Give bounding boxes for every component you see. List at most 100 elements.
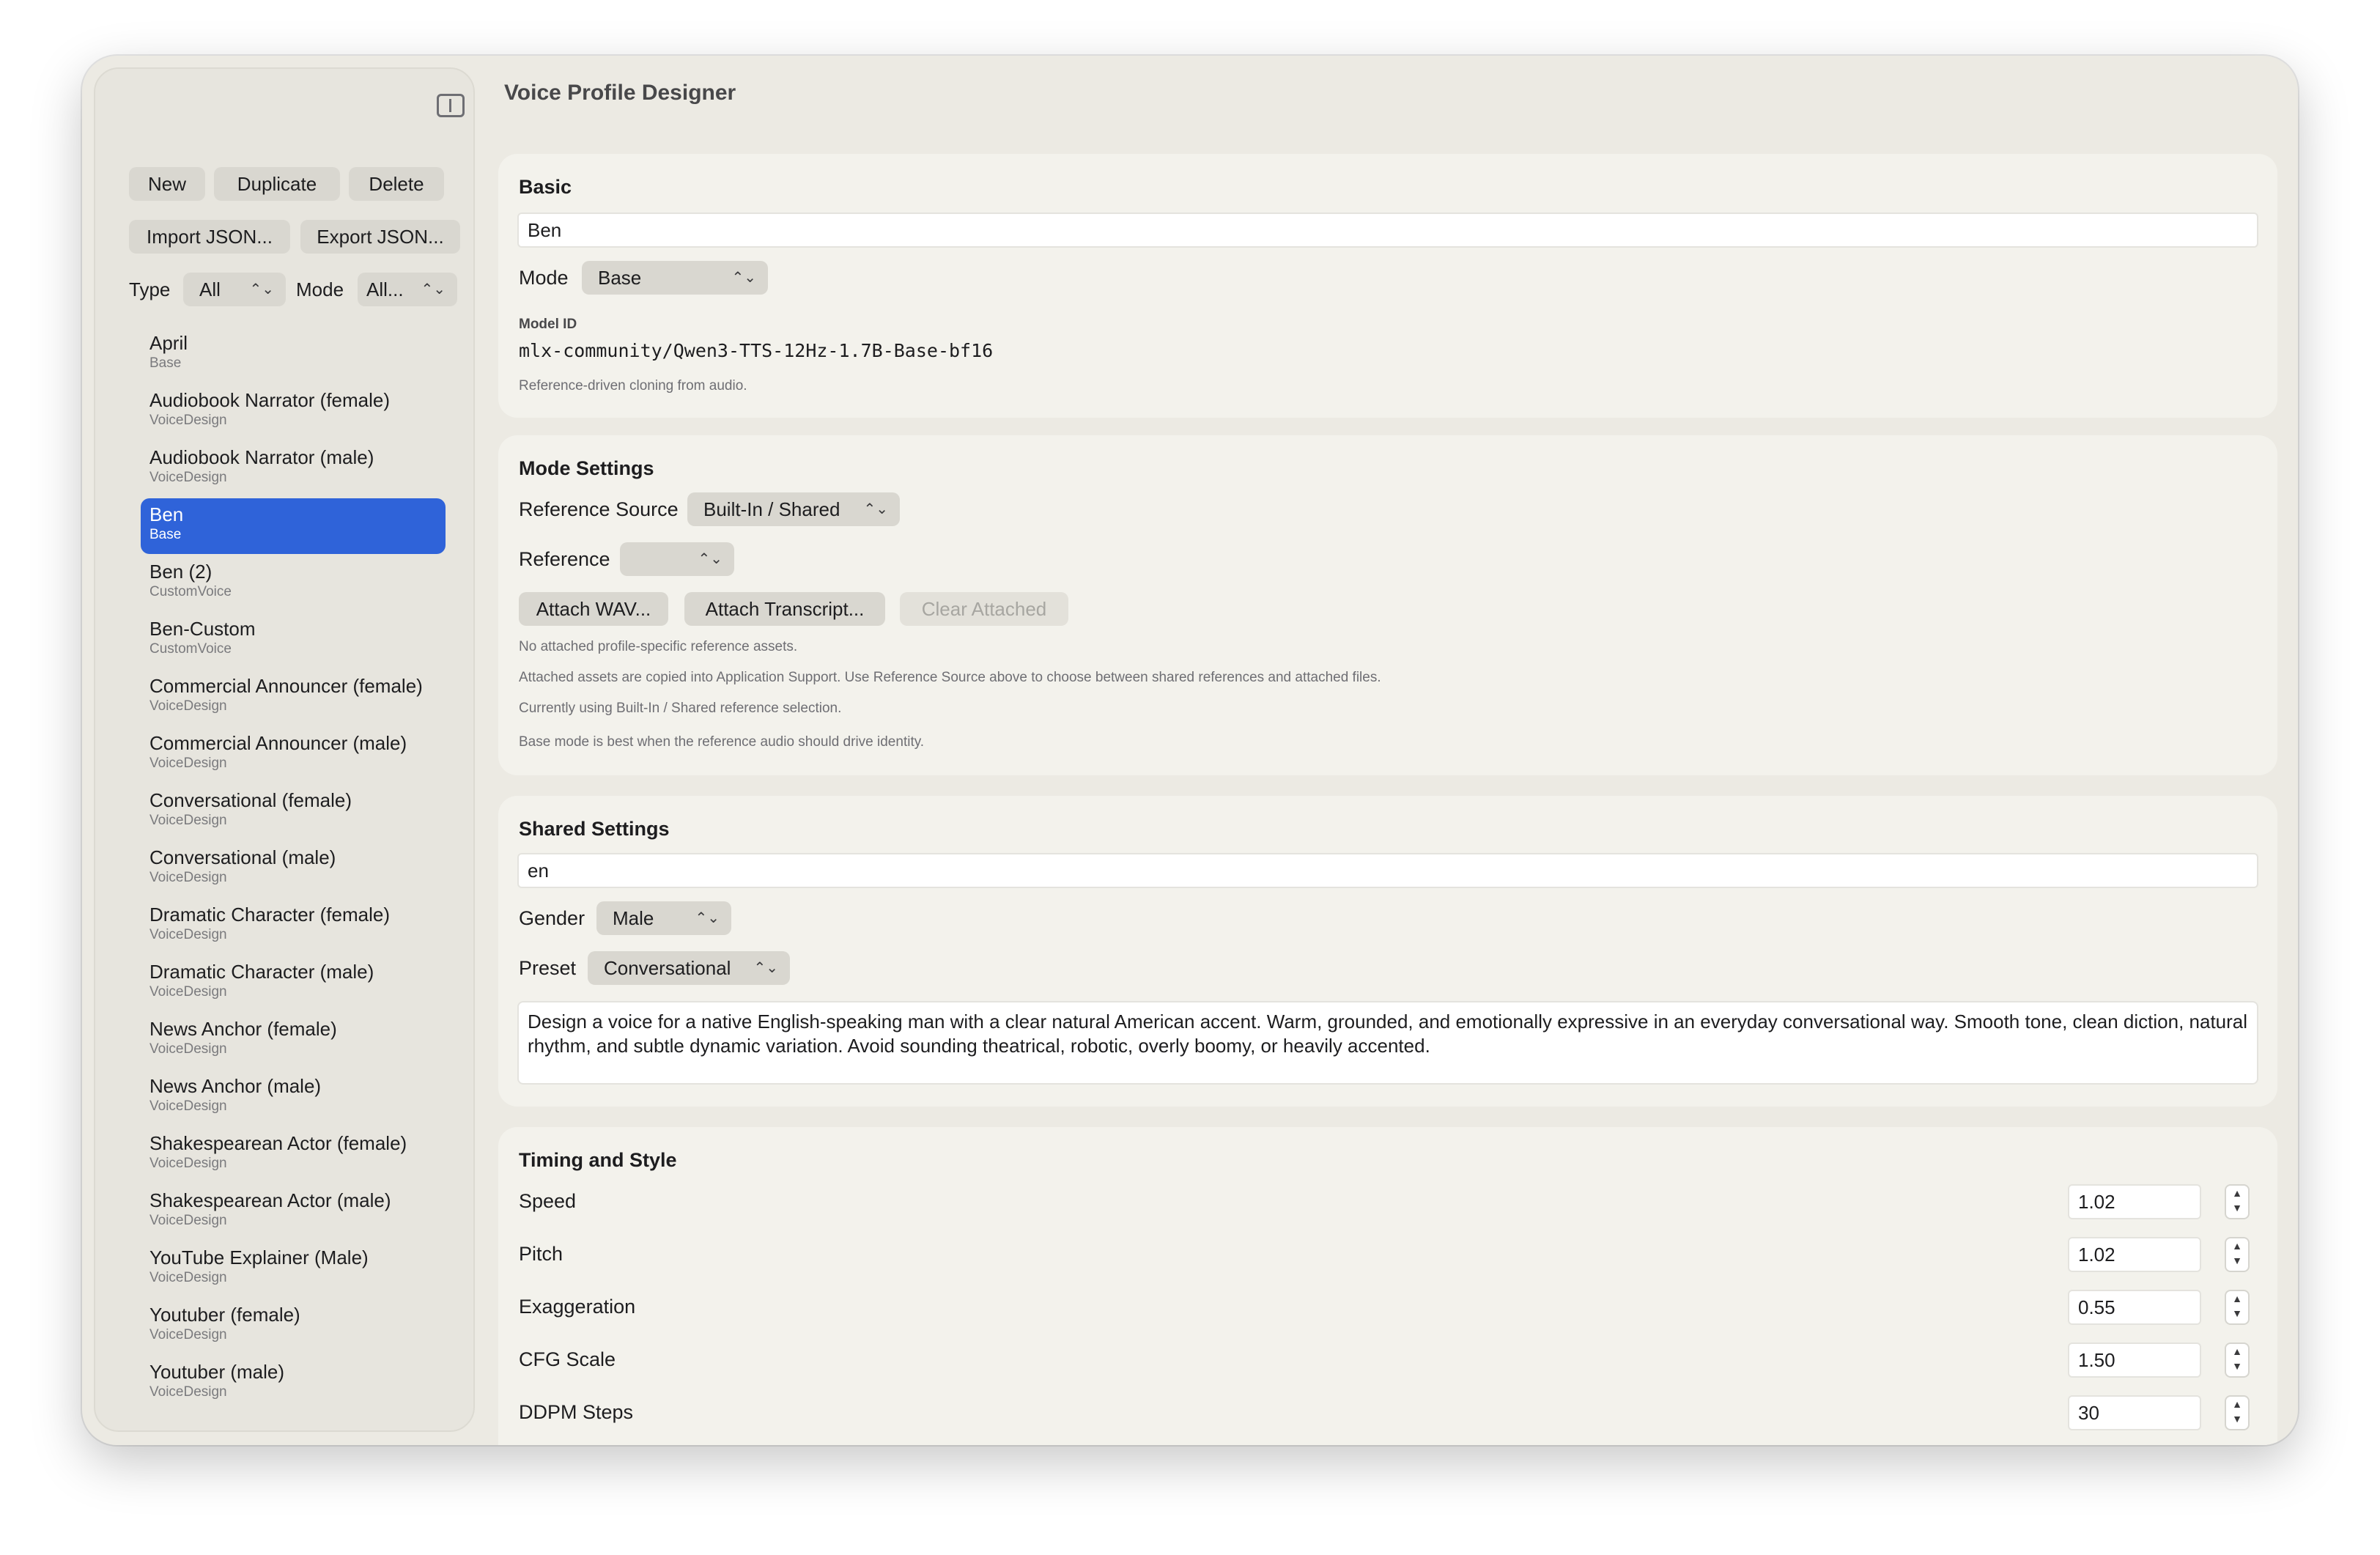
- list-item[interactable]: Youtuber (male) VoiceDesign: [141, 1356, 446, 1411]
- timing-value-field[interactable]: 1.02: [2068, 1237, 2201, 1272]
- mode-description: Reference-driven cloning from audio.: [519, 378, 747, 394]
- profile-type: VoiceDesign: [149, 698, 227, 714]
- list-item[interactable]: Conversational (male) VoiceDesign: [141, 841, 446, 897]
- profile-name: Commercial Announcer (female): [149, 675, 423, 697]
- sidebar-toggle-icon[interactable]: [437, 94, 465, 117]
- list-item[interactable]: Shakespearean Actor (male) VoiceDesign: [141, 1184, 446, 1240]
- profile-type: VoiceDesign: [149, 470, 227, 485]
- reference-popup[interactable]: ⌃⌄: [620, 542, 734, 576]
- profile-type: VoiceDesign: [149, 870, 227, 885]
- timing-value-field[interactable]: 0.55: [2068, 1290, 2201, 1325]
- preset-label: Preset: [519, 957, 577, 979]
- new-button[interactable]: New: [129, 167, 205, 201]
- model-id-label: Model ID: [519, 317, 577, 332]
- profile-name: News Anchor (male): [149, 1075, 322, 1097]
- list-item[interactable]: Youtuber (female) VoiceDesign: [141, 1299, 446, 1354]
- list-item[interactable]: Conversational (female) VoiceDesign: [141, 784, 446, 840]
- profile-type: VoiceDesign: [149, 1156, 227, 1171]
- chevron-up-down-icon: ⌃⌄: [698, 551, 722, 567]
- profile-type: CustomVoice: [149, 584, 232, 599]
- reference-note-3: Currently using Built-In / Shared refere…: [519, 701, 842, 716]
- mode-filter-label: Mode: [296, 278, 344, 300]
- mode-settings-title: Mode Settings: [519, 457, 654, 479]
- mode-label: Mode: [519, 267, 569, 289]
- profile-type: VoiceDesign: [149, 1098, 227, 1114]
- list-item[interactable]: April Base: [141, 327, 446, 383]
- profile-name: Ben (2): [149, 561, 212, 583]
- gender-label: Gender: [519, 907, 585, 929]
- profile-type: VoiceDesign: [149, 1213, 227, 1228]
- timing-label: Speed: [519, 1190, 577, 1212]
- mode-popup[interactable]: Base ⌃⌄: [582, 261, 768, 295]
- profile-name: April: [149, 332, 188, 354]
- list-item[interactable]: Commercial Announcer (female) VoiceDesign: [141, 670, 446, 725]
- export-json-button[interactable]: Export JSON...: [300, 220, 460, 254]
- profile-name: Audiobook Narrator (female): [149, 389, 391, 411]
- reference-note-2: Attached assets are copied into Applicat…: [519, 670, 1381, 685]
- chevron-up-down-icon: ⌃⌄: [731, 270, 756, 286]
- profile-name: Dramatic Character (female): [149, 904, 390, 926]
- profile-name: Audiobook Narrator (male): [149, 446, 374, 468]
- profile-name: Conversational (male): [149, 846, 336, 868]
- mode-value: Base: [598, 267, 642, 289]
- profile-name: Ben-Custom: [149, 618, 256, 640]
- clear-attached-button[interactable]: Clear Attached: [900, 592, 1068, 626]
- stepper-icon[interactable]: ▲ ▼: [2225, 1237, 2250, 1272]
- language-field[interactable]: en: [517, 853, 2258, 888]
- voice-description-textarea[interactable]: Design a voice for a native English-spea…: [517, 1001, 2258, 1085]
- profile-type: VoiceDesign: [149, 756, 227, 771]
- import-json-button[interactable]: Import JSON...: [129, 220, 290, 254]
- attach-wav-button[interactable]: Attach WAV...: [519, 592, 668, 626]
- list-item[interactable]: Audiobook Narrator (female) VoiceDesign: [141, 384, 446, 440]
- list-item[interactable]: Dramatic Character (female) VoiceDesign: [141, 898, 446, 954]
- chevron-up-down-icon: ⌃⌄: [421, 281, 446, 298]
- profile-type: VoiceDesign: [149, 1327, 227, 1342]
- timing-value-field[interactable]: 30: [2068, 1395, 2201, 1430]
- timing-label: Pitch: [519, 1243, 563, 1265]
- preset-popup[interactable]: Conversational ⌃⌄: [588, 951, 790, 985]
- list-item[interactable]: Dramatic Character (male) VoiceDesign: [141, 956, 446, 1011]
- profile-type: VoiceDesign: [149, 927, 227, 942]
- profile-type: Base: [149, 355, 182, 371]
- list-item[interactable]: Ben (2) CustomVoice: [141, 555, 446, 611]
- profile-name: Ben: [149, 503, 184, 525]
- attach-transcript-button[interactable]: Attach Transcript...: [684, 592, 885, 626]
- list-item[interactable]: YouTube Explainer (Male) VoiceDesign: [141, 1241, 446, 1297]
- profile-type: VoiceDesign: [149, 1384, 227, 1400]
- profile-name: Shakespearean Actor (male): [149, 1189, 391, 1211]
- duplicate-button[interactable]: Duplicate: [214, 167, 340, 201]
- mode-filter-value: All...: [366, 278, 404, 300]
- list-item[interactable]: Ben Base: [141, 498, 446, 554]
- list-item[interactable]: Shakespearean Actor (female) VoiceDesign: [141, 1127, 446, 1183]
- stepper-icon[interactable]: ▲ ▼: [2225, 1395, 2250, 1430]
- timing-value-field[interactable]: 1.50: [2068, 1342, 2201, 1378]
- profile-name: Youtuber (male): [149, 1361, 285, 1383]
- reference-source-popup[interactable]: Built-In / Shared ⌃⌄: [687, 492, 900, 526]
- list-item[interactable]: News Anchor (male) VoiceDesign: [141, 1070, 446, 1126]
- stepper-icon[interactable]: ▲ ▼: [2225, 1184, 2250, 1219]
- mode-filter-popup[interactable]: All... ⌃⌄: [358, 273, 457, 306]
- timing-label: CFG Scale: [519, 1348, 616, 1370]
- list-item[interactable]: Ben-Custom CustomVoice: [141, 613, 446, 668]
- list-item[interactable]: Commercial Announcer (male) VoiceDesign: [141, 727, 446, 783]
- list-item[interactable]: Audiobook Narrator (male) VoiceDesign: [141, 441, 446, 497]
- profile-type: Base: [149, 527, 182, 542]
- profile-type: CustomVoice: [149, 641, 232, 657]
- reference-source-label: Reference Source: [519, 498, 679, 520]
- basic-panel: Basic Ben Mode Base ⌃⌄ Model ID mlx-comm…: [498, 154, 2277, 418]
- profile-name: News Anchor (female): [149, 1018, 337, 1040]
- timing-label: Exaggeration: [519, 1296, 636, 1318]
- chevron-up-down-icon: ⌃⌄: [863, 501, 888, 517]
- profile-name-field[interactable]: Ben: [517, 213, 2258, 248]
- model-id-value: mlx-community/Qwen3-TTS-12Hz-1.7B-Base-b…: [519, 340, 994, 361]
- stepper-icon[interactable]: ▲ ▼: [2225, 1290, 2250, 1325]
- basic-title: Basic: [519, 176, 572, 198]
- stepper-icon[interactable]: ▲ ▼: [2225, 1342, 2250, 1378]
- type-filter-popup[interactable]: All ⌃⌄: [183, 273, 286, 306]
- delete-button[interactable]: Delete: [349, 167, 444, 201]
- gender-popup[interactable]: Male ⌃⌄: [596, 901, 731, 935]
- timing-style-panel: Timing and Style Speed 1.02 ▲ ▼ Pitch 1.02 ▲ ▼ E…: [498, 1127, 2277, 1445]
- list-item[interactable]: News Anchor (female) VoiceDesign: [141, 1013, 446, 1068]
- shared-settings-panel: Shared Settings en Gender Male ⌃⌄ Preset…: [498, 796, 2277, 1107]
- timing-value-field[interactable]: 1.02: [2068, 1184, 2201, 1219]
